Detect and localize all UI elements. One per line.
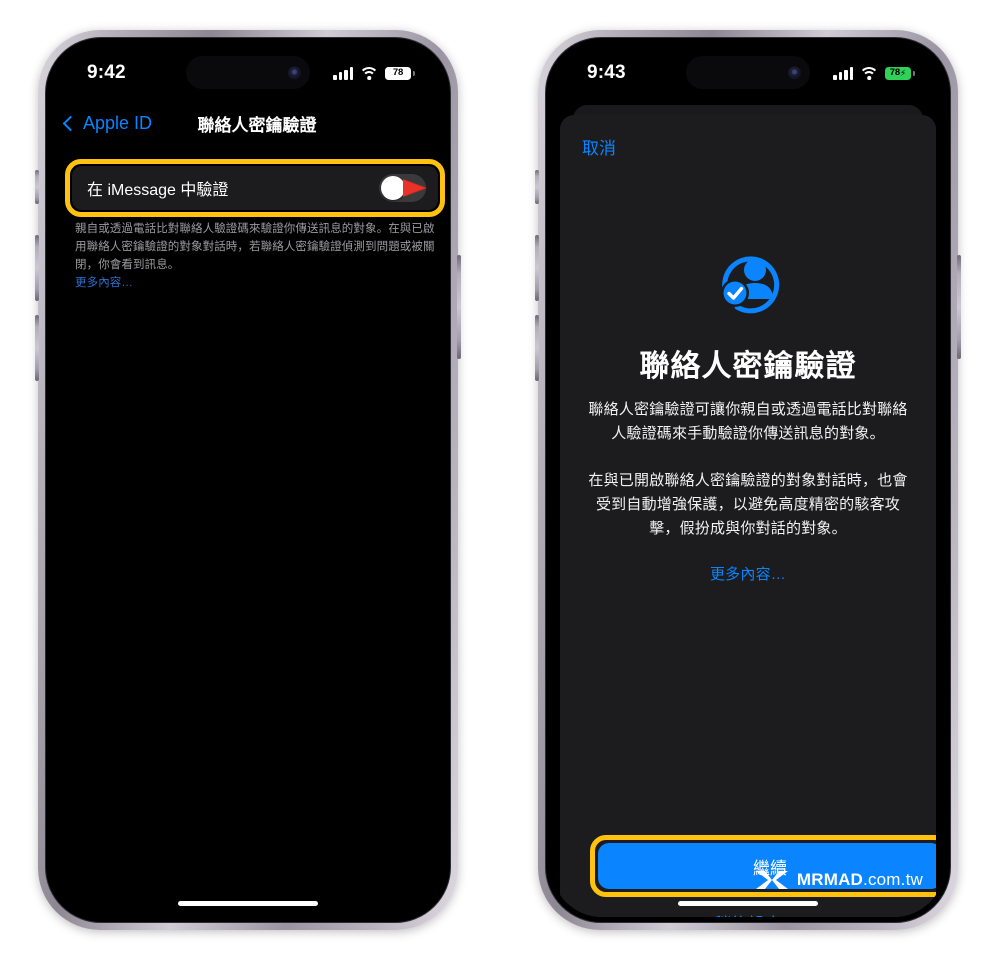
status-time-right: 9:43 [587,62,626,83]
battery-icon: 78 [385,66,415,80]
status-indicators-right: 78 ⚡ [833,66,915,80]
imessage-verification-label: 在 iMessage 中驗證 [87,182,229,199]
battery-cap [412,70,415,76]
contact-key-verification-sheet: 取消 聯絡人密鑰驗證 聯絡人密鑰驗證可讓你親自或透過電話比對聯絡人驗證碼來手動驗… [560,115,936,917]
status-time: 9:42 [87,62,126,83]
battery-charging-icon: 78 ⚡ [885,66,915,80]
back-button-label: Apple ID [83,112,153,133]
left-phone-bezel: 9:42 78 Apple ID 聯絡人密鑰驗證 在 iMessage 中驗證 … [45,37,451,923]
watermark-domain: .com.tw [863,870,923,889]
left-status-bar: 9:42 78 [51,43,445,97]
sheet-body: 聯絡人密鑰驗證可讓你親自或透過電話比對聯絡人驗證碼來手動驗證你傳送訊息的對象。 … [586,398,910,588]
verification-description-text: 親自或透過電話比對聯絡人驗證碼來驗證你傳送訊息的對象。在與已啟用聯絡人密鑰驗證的… [75,223,435,271]
setup-later-button[interactable]: 稍後設定 [560,910,936,917]
sheet-more-link[interactable]: 更多內容… [586,563,910,587]
power-button[interactable] [457,255,461,359]
volume-down-button-right[interactable] [535,315,539,381]
battery-percent-right: 78 [889,67,900,79]
verification-description: 親自或透過電話比對聯絡人驗證碼來驗證你傳送訊息的對象。在與已啟用聯絡人密鑰驗證的… [75,221,437,293]
power-button-right[interactable] [957,255,961,359]
home-indicator-right[interactable] [678,901,818,906]
right-phone-device: 9:43 78 ⚡ 取消 聯絡人密鑰驗證 聯絡人密鑰驗證可讓你親自或透過電話比對… [535,30,961,930]
watermark: MRMAD.com.tw [755,870,923,890]
person-verified-badge-icon [721,256,780,314]
charging-bolt-icon: ⚡ [899,67,907,78]
navigation-bar: Apple ID 聯絡人密鑰驗證 [51,101,445,145]
sheet-title: 聯絡人密鑰驗證 [639,350,857,383]
volume-up-button[interactable] [35,235,39,301]
mute-switch-button-right[interactable] [535,170,539,204]
home-indicator[interactable] [178,901,318,906]
imessage-verification-row[interactable]: 在 iMessage 中驗證 [72,166,438,210]
battery-percent: 78 [392,67,404,79]
left-phone-device: 9:42 78 Apple ID 聯絡人密鑰驗證 在 iMessage 中驗證 … [35,30,461,930]
cancel-button[interactable]: 取消 [582,134,616,159]
wifi-icon-right [859,66,879,80]
watermark-brand: MRMAD [796,870,864,889]
learn-more-link[interactable]: 更多內容… [75,275,133,293]
back-button[interactable]: Apple ID [62,112,153,134]
mrmad-bowtie-logo-icon [755,871,788,889]
volume-down-button[interactable] [35,315,39,381]
right-phone-bezel: 9:43 78 ⚡ 取消 聯絡人密鑰驗證 聯絡人密鑰驗證可讓你親自或透過電話比對… [545,37,951,923]
right-status-bar: 9:43 78 ⚡ [551,43,945,97]
cellular-bars-icon [333,66,353,80]
mute-switch-button[interactable] [35,170,39,204]
status-indicators: 78 [333,66,415,80]
volume-up-button-right[interactable] [535,235,539,301]
chevron-left-icon [62,115,79,131]
left-phone-screen: 9:42 78 Apple ID 聯絡人密鑰驗證 在 iMessage 中驗證 … [51,43,445,917]
sheet-paragraph-2: 在與已開啟聯絡人密鑰驗證的對象對話時，也會受到自動增強保護，以避免高度精密的駭客… [588,471,908,538]
watermark-text: MRMAD.com.tw [797,870,923,890]
right-phone-screen: 9:43 78 ⚡ 取消 聯絡人密鑰驗證 聯絡人密鑰驗證可讓你親自或透過電話比對… [551,43,945,917]
red-arrow-cursor-icon [389,179,427,197]
wifi-icon [359,66,379,80]
battery-cap-right [912,70,915,76]
imessage-verification-toggle[interactable] [379,174,427,202]
sheet-paragraph-1: 聯絡人密鑰驗證可讓你親自或透過電話比對聯絡人驗證碼來手動驗證你傳送訊息的對象。 [588,401,908,443]
cellular-bars-icon-right [833,66,853,80]
